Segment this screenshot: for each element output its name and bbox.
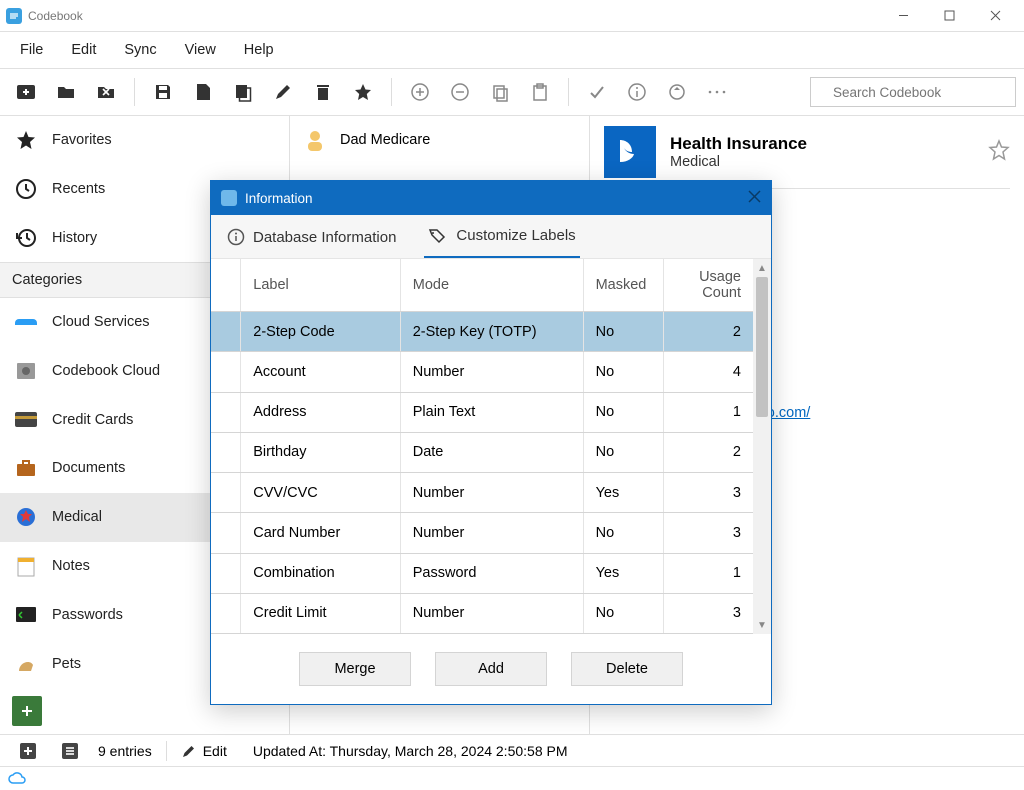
category-avatar-icon: [604, 126, 656, 178]
favorite-button[interactable]: [345, 74, 381, 110]
menu-edit[interactable]: Edit: [57, 36, 110, 64]
table-row[interactable]: AccountNumberNo4: [211, 352, 753, 392]
app-title: Codebook: [28, 9, 83, 23]
cloud-status-icon: [8, 772, 26, 786]
dialog-tabs: Database Information Customize Labels: [211, 215, 771, 259]
tags-icon: [428, 228, 448, 244]
save-button[interactable]: [145, 74, 181, 110]
safe-icon: [14, 359, 38, 383]
app-icon: [6, 8, 22, 24]
search-input[interactable]: [831, 84, 1012, 101]
menu-sync[interactable]: Sync: [110, 36, 170, 64]
minimize-button[interactable]: [880, 0, 926, 32]
footer-list-button[interactable]: [56, 737, 84, 765]
checkmark-button[interactable]: [579, 74, 615, 110]
column-header-mode[interactable]: Mode: [400, 259, 583, 312]
entry-count: 9 entries: [98, 743, 152, 759]
detail-subtitle: Medical: [670, 154, 807, 170]
add-category-button[interactable]: [12, 696, 42, 726]
menu-view[interactable]: View: [171, 36, 230, 64]
merge-button[interactable]: Merge: [299, 652, 411, 686]
star-icon: [14, 128, 38, 152]
table-row[interactable]: AddressPlain TextNo1: [211, 392, 753, 432]
dialog-close-button[interactable]: [748, 190, 761, 206]
duplicate-button[interactable]: [225, 74, 261, 110]
trash-button[interactable]: [305, 74, 341, 110]
table-row[interactable]: 2-Step Code2-Step Key (TOTP)No2: [211, 312, 753, 352]
delete-folder-button[interactable]: [88, 74, 124, 110]
column-header-label[interactable]: Label: [241, 259, 400, 312]
table-row[interactable]: Credit LimitNumberNo3: [211, 593, 753, 633]
clipboard-button[interactable]: [522, 74, 558, 110]
more-button[interactable]: [699, 74, 735, 110]
toolbar: [0, 68, 1024, 116]
entry-footer: 9 entries Edit Updated At: Thursday, Mar…: [0, 734, 1024, 766]
clock-icon: [14, 177, 38, 201]
table-row[interactable]: BirthdayDateNo2: [211, 432, 753, 472]
column-header-masked[interactable]: Masked: [583, 259, 664, 312]
pet-icon: [14, 652, 38, 676]
menu-file[interactable]: File: [6, 36, 57, 64]
open-folder-button[interactable]: [48, 74, 84, 110]
close-button[interactable]: [972, 0, 1018, 32]
note-icon: [14, 554, 38, 578]
scroll-down-icon[interactable]: ▼: [753, 616, 771, 634]
edit-button[interactable]: [265, 74, 301, 110]
history-icon: [14, 226, 38, 250]
copy-button[interactable]: [482, 74, 518, 110]
footer-edit-button[interactable]: Edit: [181, 743, 227, 759]
tab-customize-labels[interactable]: Customize Labels: [424, 217, 579, 258]
tab-database-information[interactable]: Database Information: [223, 218, 400, 258]
pencil-icon: [181, 743, 197, 759]
footer-add-button[interactable]: [14, 737, 42, 765]
table-row[interactable]: CombinationPasswordYes1: [211, 553, 753, 593]
scroll-thumb[interactable]: [756, 277, 768, 417]
table-scrollbar[interactable]: ▲ ▼: [753, 259, 771, 634]
detail-title: Health Insurance: [670, 134, 807, 154]
table-row[interactable]: CVV/CVCNumberYes3: [211, 473, 753, 513]
table-row[interactable]: Card NumberNumberNo3: [211, 513, 753, 553]
dialog-footer: Merge Add Delete: [211, 634, 771, 704]
delete-button[interactable]: Delete: [571, 652, 683, 686]
column-header-count[interactable]: Usage Count: [664, 259, 753, 312]
info-button[interactable]: [619, 74, 655, 110]
sync-button[interactable]: [659, 74, 695, 110]
zoom-out-button[interactable]: [442, 74, 478, 110]
updated-at: Updated At: Thursday, March 28, 2024 2:5…: [253, 743, 568, 759]
briefcase-icon: [14, 456, 38, 480]
dialog-titlebar[interactable]: Information: [211, 181, 771, 215]
titlebar: Codebook: [0, 0, 1024, 32]
entry-item[interactable]: Dad Medicare: [290, 116, 589, 164]
sidebar-favorites[interactable]: Favorites: [0, 116, 289, 165]
info-icon: [227, 228, 245, 246]
labels-table[interactable]: Label Mode Masked Usage Count 2-Step Cod…: [211, 259, 753, 634]
medical-icon: [14, 505, 38, 529]
card-icon: [14, 408, 38, 432]
search-box[interactable]: [810, 77, 1016, 107]
new-file-button[interactable]: [185, 74, 221, 110]
maximize-button[interactable]: [926, 0, 972, 32]
favorite-toggle[interactable]: [988, 139, 1010, 166]
add-folder-button[interactable]: [8, 74, 44, 110]
status-bar: [0, 766, 1024, 790]
user-icon: [302, 127, 328, 153]
menubar: File Edit Sync View Help: [0, 32, 1024, 68]
menu-help[interactable]: Help: [230, 36, 288, 64]
add-button[interactable]: Add: [435, 652, 547, 686]
terminal-icon: [14, 603, 38, 627]
scroll-up-icon[interactable]: ▲: [753, 259, 771, 277]
cloud-icon: [14, 310, 38, 334]
dialog-icon: [221, 190, 237, 206]
information-dialog: Information Database Information Customi…: [210, 180, 772, 705]
zoom-in-button[interactable]: [402, 74, 438, 110]
